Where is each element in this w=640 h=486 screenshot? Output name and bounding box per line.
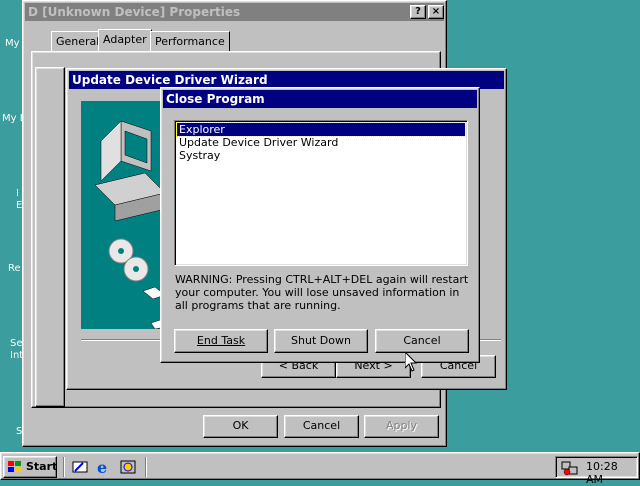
show-desktop-icon[interactable]	[71, 459, 89, 475]
taskbar-separator	[63, 457, 65, 477]
mouse-cursor-icon	[405, 352, 417, 372]
start-button[interactable]: Start	[3, 456, 57, 478]
network-tray-icon[interactable]	[561, 460, 579, 476]
computer-cd-illustration-icon	[94, 120, 166, 330]
windows-logo-icon	[8, 461, 21, 472]
tab-adapter[interactable]: Adapter	[98, 29, 152, 52]
wizard-illustration	[81, 101, 166, 330]
tab-performance[interactable]: Performance	[150, 31, 230, 52]
help-button[interactable]: ?	[410, 5, 426, 19]
taskbar: Start e 10:28 AM	[0, 452, 640, 486]
close-program-titlebar[interactable]: Close Program	[163, 90, 477, 108]
properties-nested-panel	[35, 67, 65, 407]
apply-button[interactable]: Apply	[364, 415, 439, 438]
task-list-item[interactable]: Systray	[177, 149, 465, 162]
system-tray: 10:28 AM	[555, 456, 638, 486]
channels-icon[interactable]	[119, 459, 137, 475]
end-task-button[interactable]: End Task	[174, 329, 268, 353]
desktop-icon-label-recycle-bin[interactable]: Re	[8, 263, 21, 274]
shut-down-button[interactable]: Shut Down	[274, 329, 368, 353]
start-label: Start	[26, 460, 58, 473]
cancel-button[interactable]: Cancel	[284, 415, 359, 438]
close-program-dialog: Close Program Explorer Update Device Dri…	[160, 87, 480, 363]
clock[interactable]: 10:28 AM	[586, 460, 637, 486]
taskbar-separator	[145, 457, 147, 477]
desktop-icon-label-my-computer[interactable]: My	[5, 38, 20, 49]
close-program-title: Close Program	[166, 92, 265, 106]
tab-general[interactable]: General	[51, 31, 105, 52]
close-program-cancel-button[interactable]: Cancel	[375, 329, 469, 353]
warning-text: WARNING: Pressing CTRL+ALT+DEL again wil…	[175, 273, 469, 312]
internet-explorer-icon[interactable]: e	[95, 458, 113, 477]
svg-text:e: e	[97, 459, 107, 475]
task-list[interactable]: Explorer Update Device Driver Wizard Sys…	[174, 120, 468, 266]
task-list-item[interactable]: Explorer	[176, 122, 466, 137]
properties-title: D [Unknown Device] Properties	[28, 5, 241, 19]
wizard-title: Update Device Driver Wizard	[72, 73, 268, 87]
close-button[interactable]: ×	[428, 5, 444, 19]
task-list-item[interactable]: Update Device Driver Wizard	[177, 136, 465, 149]
properties-titlebar[interactable]: D [Unknown Device] Properties	[25, 3, 444, 21]
ok-button[interactable]: OK	[203, 415, 278, 438]
